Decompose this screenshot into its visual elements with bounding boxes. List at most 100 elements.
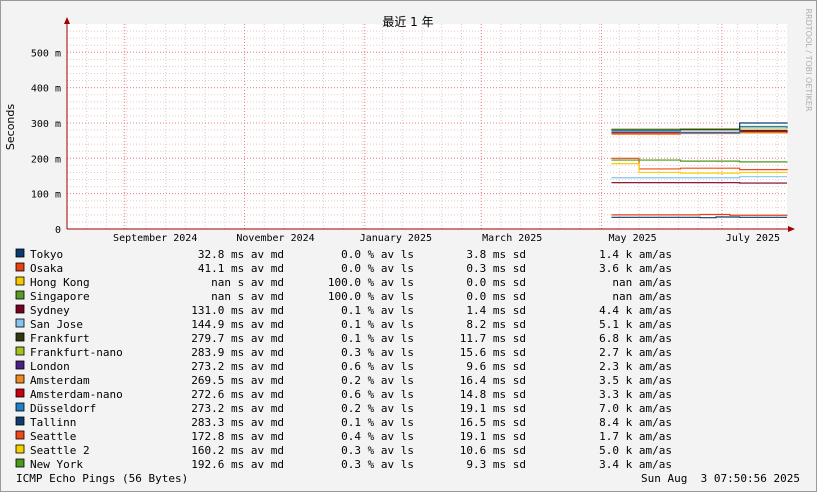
legend-stat: 5.0 k am/as xyxy=(599,444,672,457)
legend-name: Frankfurt-nano xyxy=(30,346,123,359)
footer-description: ICMP Echo Pings (56 Bytes) xyxy=(16,472,188,485)
chart-title: 最近 1 年 xyxy=(382,15,433,29)
legend-stat: 0.2 % av ls xyxy=(341,374,414,387)
legend-stat: 3.8 ms sd xyxy=(466,248,526,261)
legend-swatch xyxy=(15,416,25,426)
legend-stat: 32.8 ms av md xyxy=(198,248,284,261)
legend-name: Osaka xyxy=(30,262,63,275)
legend-stat: 8.4 k am/as xyxy=(599,416,672,429)
legend-stat: 0.1 % av ls xyxy=(341,332,414,345)
legend-stat: 7.0 k am/as xyxy=(599,402,672,415)
legend-name: Düsseldorf xyxy=(30,402,96,415)
legend-stat: 14.8 ms sd xyxy=(460,388,526,401)
legend-stat: 272.6 ms av md xyxy=(191,388,284,401)
y-tick-labels: 0 100 m 200 m 300 m 400 m 500 m xyxy=(31,48,61,236)
y-tick-label: 300 m xyxy=(31,119,61,130)
legend-swatch xyxy=(15,304,25,314)
legend-stat: 269.5 ms av md xyxy=(191,374,284,387)
legend-stat: 41.1 ms av md xyxy=(198,262,284,275)
legend-stat: 0.0 ms sd xyxy=(466,276,526,289)
legend-swatch xyxy=(15,444,25,454)
legend-swatch xyxy=(15,332,25,342)
legend-stat: 16.4 ms sd xyxy=(460,374,526,387)
legend-stat: 192.6 ms av md xyxy=(191,458,284,471)
legend-swatch xyxy=(15,346,25,356)
legend-name: Hong Kong xyxy=(30,276,90,289)
legend-stat: 0.4 % av ls xyxy=(341,430,414,443)
legend-name: Seattle xyxy=(30,430,76,443)
legend-stat: nan am/as xyxy=(612,276,672,289)
x-tick-labels: September 2024 November 2024 January 2025 M… xyxy=(113,233,780,244)
legend-swatch xyxy=(15,402,25,412)
legend-stat: 4.4 k am/as xyxy=(599,304,672,317)
legend-stat: 1.4 k am/as xyxy=(599,248,672,261)
y-tick-label: 100 m xyxy=(31,190,61,201)
y-tick-label: 400 m xyxy=(31,84,61,95)
legend-stat: 19.1 ms sd xyxy=(460,402,526,415)
legend-stat: 5.1 k am/as xyxy=(599,318,672,331)
y-tick-label: 0 xyxy=(55,225,61,236)
legend-stat: nan s av md xyxy=(211,276,284,289)
series-line xyxy=(611,216,787,219)
x-tick-label: September 2024 xyxy=(113,233,197,244)
legend-name: Amsterdam xyxy=(30,374,90,387)
legend-stat: 100.0 % av ls xyxy=(328,276,414,289)
legend-swatch xyxy=(15,458,25,468)
legend-swatch xyxy=(15,290,25,300)
legend-name: Tallinn xyxy=(30,416,76,429)
legend-name: London xyxy=(30,360,70,373)
legend-stat: 9.6 ms sd xyxy=(466,360,526,373)
y-tick-label: 500 m xyxy=(31,48,61,59)
legend-stat: 172.8 ms av md xyxy=(191,430,284,443)
legend-stat: 0.0 % av ls xyxy=(341,262,414,275)
legend-stat: 144.9 ms av md xyxy=(191,318,284,331)
watermark: RRDTOOL / TOBI OETIKER xyxy=(804,8,813,111)
legend-stat: 0.3 % av ls xyxy=(341,458,414,471)
legend-stat: 15.6 ms sd xyxy=(460,346,526,359)
legend-name: Frankfurt xyxy=(30,332,90,345)
footer-timestamp: Sun Aug 3 07:50:56 2025 xyxy=(641,472,800,485)
legend-stat: 3.3 k am/as xyxy=(599,388,672,401)
legend-name: Tokyo xyxy=(30,248,63,261)
legend-stat: 0.6 % av ls xyxy=(341,388,414,401)
legend-swatch xyxy=(15,276,25,286)
legend-stat: 8.2 ms sd xyxy=(466,318,526,331)
legend-stat: 0.3 % av ls xyxy=(341,444,414,457)
x-tick-label: March 2025 xyxy=(482,233,542,244)
legend-swatch xyxy=(15,374,25,384)
legend-name: San Jose xyxy=(30,318,83,331)
legend-stat: nan am/as xyxy=(612,290,672,303)
legend-stat: 0.6 % av ls xyxy=(341,360,414,373)
legend-swatch xyxy=(15,318,25,328)
legend-stat: 0.1 % av ls xyxy=(341,304,414,317)
legend-stat: 10.6 ms sd xyxy=(460,444,526,457)
legend-stat: 279.7 ms av md xyxy=(191,332,284,345)
legend-name: Singapore xyxy=(30,290,90,303)
legend-stat: 11.7 ms sd xyxy=(460,332,526,345)
y-axis-arrow xyxy=(64,17,70,24)
legend-stat: 3.6 k am/as xyxy=(599,262,672,275)
series-line xyxy=(611,213,788,216)
legend-stat: 0.1 % av ls xyxy=(341,318,414,331)
legend-swatch xyxy=(15,262,25,272)
legend-stat: 3.4 k am/as xyxy=(599,458,672,471)
legend-stat: 6.8 k am/as xyxy=(599,332,672,345)
legend-name: New York xyxy=(30,458,83,471)
legend-stat: 0.3 ms sd xyxy=(466,262,526,275)
y-axis-label: Seconds xyxy=(4,104,17,150)
legend-stat: 160.2 ms av md xyxy=(191,444,284,457)
legend-stat: 3.5 k am/as xyxy=(599,374,672,387)
legend-stat: 283.3 ms av md xyxy=(191,416,284,429)
legend-stat: nan s av md xyxy=(211,290,284,303)
legend-stat: 273.2 ms av md xyxy=(191,402,284,415)
legend-stat: 16.5 ms sd xyxy=(460,416,526,429)
legend-stat: 2.7 k am/as xyxy=(599,346,672,359)
legend-name: Seattle 2 xyxy=(30,444,90,457)
legend: Tokyo 32.8 ms av md 0.0 % av ls 3.8 ms sd 1.… xyxy=(15,248,672,471)
legend-stat: 2.3 k am/as xyxy=(599,360,672,373)
x-tick-label: November 2024 xyxy=(236,233,314,244)
legend-stat: 0.3 % av ls xyxy=(341,346,414,359)
legend-swatch xyxy=(15,360,25,370)
legend-name: Sydney xyxy=(30,304,70,317)
legend-stat: 0.2 % av ls xyxy=(341,402,414,415)
